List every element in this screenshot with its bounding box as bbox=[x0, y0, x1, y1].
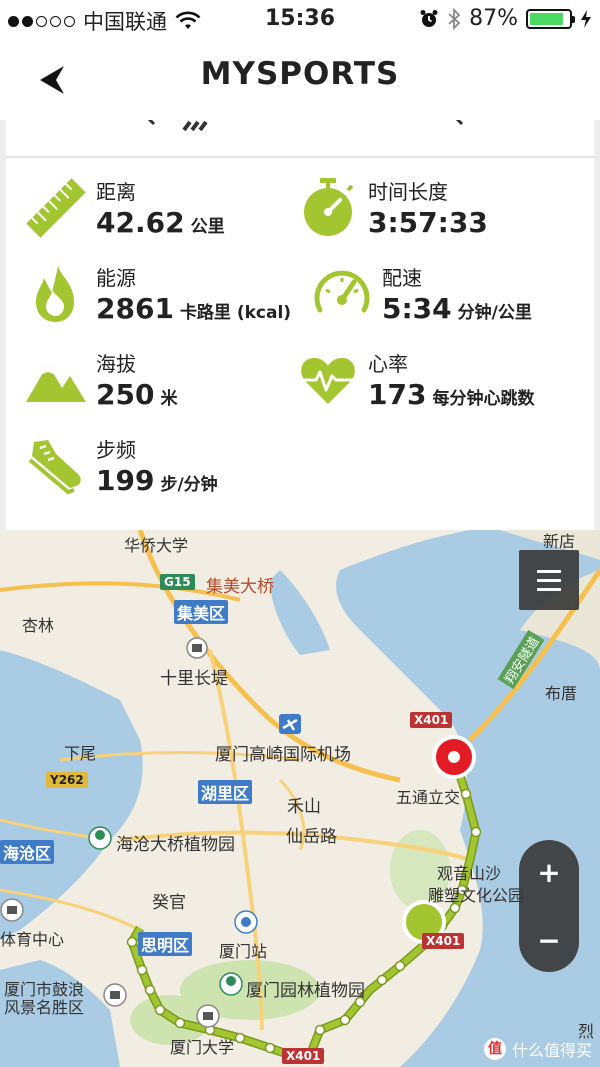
zoom-control: + − bbox=[519, 840, 579, 972]
map-label: 观音山沙 bbox=[437, 864, 502, 883]
energy-value: 2861 卡路里 (kcal) bbox=[96, 292, 292, 325]
district-label: 思明区 bbox=[138, 932, 193, 956]
speedometer-icon bbox=[314, 270, 370, 313]
scrolled-content-remnant bbox=[0, 120, 600, 158]
map-label: 厦门大学 bbox=[170, 1038, 235, 1057]
highway-badge: X401 bbox=[422, 933, 465, 949]
cadence-value: 199 步/分钟 bbox=[96, 464, 218, 497]
map-label: 华侨大学 bbox=[124, 536, 189, 555]
heart-rate-value: 173 每分钟心跳数 bbox=[368, 378, 535, 411]
heart-pulse-icon bbox=[298, 357, 358, 404]
district-label: 集美区 bbox=[174, 600, 229, 624]
cadence-label: 步频 bbox=[96, 438, 136, 462]
stat-cadence: 步频 199 步/分钟 bbox=[26, 434, 296, 504]
poi-icon bbox=[186, 637, 208, 659]
finish-marker-icon bbox=[432, 735, 476, 779]
map-label: 厦门园林植物园 bbox=[246, 981, 365, 1001]
nav-bar: MYSPORTS bbox=[0, 40, 600, 120]
page-title: MYSPORTS bbox=[200, 56, 400, 92]
map-label: 布厝 bbox=[545, 684, 578, 703]
ruler-icon bbox=[26, 178, 86, 238]
district-label: 海沧区 bbox=[0, 840, 55, 864]
map-label: 禾山 bbox=[287, 797, 321, 817]
map-label: 海沧大桥植物园 bbox=[116, 835, 235, 855]
pace-label: 配速 bbox=[382, 266, 422, 290]
school-icon bbox=[196, 1004, 220, 1028]
alarm-icon bbox=[420, 9, 438, 27]
stat-elevation: 海拔 250 米 bbox=[26, 348, 296, 418]
heart-rate-label: 心率 bbox=[368, 352, 408, 376]
scenic-icon bbox=[103, 983, 127, 1007]
bluetooth-icon bbox=[448, 7, 461, 30]
map-menu-button[interactable] bbox=[519, 550, 579, 610]
map-label: 体育中心 bbox=[0, 930, 65, 949]
map-label: 五通立交 bbox=[396, 788, 461, 807]
map-label: 仙岳路 bbox=[286, 827, 337, 847]
tree-icon bbox=[88, 826, 112, 850]
duration-label: 时间长度 bbox=[368, 180, 448, 204]
stat-duration: 时间长度 3:57:33 bbox=[298, 176, 588, 246]
distance-label: 距离 bbox=[96, 180, 136, 204]
airport-icon bbox=[279, 714, 301, 734]
mountain-icon bbox=[26, 364, 86, 402]
stat-energy: 能源 2861 卡路里 (kcal) bbox=[26, 262, 316, 332]
battery-percent: 87% bbox=[469, 6, 518, 31]
zoom-out-button[interactable]: − bbox=[519, 924, 579, 957]
charging-icon bbox=[581, 9, 591, 28]
highway-badge: X401 bbox=[282, 1048, 325, 1064]
watermark-text: 什么值得买 bbox=[511, 1041, 592, 1060]
energy-label: 能源 bbox=[96, 266, 136, 290]
pace-value: 5:34 分钟/公里 bbox=[382, 292, 532, 325]
highway-badge: Y262 bbox=[46, 772, 88, 788]
watermark-logo-icon: 值 bbox=[483, 1038, 506, 1060]
watermark: 值 什么值得买 bbox=[483, 1037, 592, 1061]
map-label: 风景名胜区 bbox=[4, 998, 85, 1017]
tree-icon bbox=[219, 972, 243, 996]
flame-icon bbox=[36, 266, 74, 322]
elevation-value: 250 米 bbox=[96, 378, 178, 411]
battery-icon bbox=[526, 8, 575, 29]
map-label: 厦门站 bbox=[219, 942, 268, 961]
zoom-in-button[interactable]: + bbox=[519, 856, 579, 889]
status-bar: 中国联通 15:36 87% bbox=[0, 0, 600, 40]
duration-value: 3:57:33 bbox=[368, 206, 488, 239]
highway-badge: G15 bbox=[160, 574, 195, 590]
elevation-label: 海拔 bbox=[96, 352, 136, 376]
sports-icon bbox=[0, 898, 24, 922]
map-label: 集美大桥 bbox=[206, 577, 274, 597]
distance-value: 42.62 公里 bbox=[96, 206, 225, 239]
map-label: 下尾 bbox=[64, 744, 97, 763]
workout-stats: 距离 42.62 公里 时间长度 3:57:33 能源 2861 卡路里 (kcal… bbox=[0, 158, 600, 530]
map-label: 十里长堤 bbox=[160, 669, 228, 689]
stat-heart-rate: 心率 173 每分钟心跳数 bbox=[298, 348, 588, 418]
map-label: 杏林 bbox=[22, 616, 55, 635]
route-map[interactable]: 华侨大学 新店 G15 集美大桥 集美区 杏林 十里长堤 布厝 翔安隧道 X40… bbox=[0, 530, 600, 1067]
running-shoe-icon bbox=[28, 440, 81, 495]
stopwatch-icon bbox=[304, 178, 354, 236]
district-label: 湖里区 bbox=[198, 780, 253, 804]
station-icon bbox=[234, 910, 258, 934]
stat-distance: 距离 42.62 公里 bbox=[26, 176, 296, 246]
map-label: 癸官 bbox=[152, 893, 186, 913]
map-label: 厦门高崎国际机场 bbox=[215, 745, 351, 765]
stat-pace: 配速 5:34 分钟/公里 bbox=[312, 262, 588, 332]
highway-badge: X401 bbox=[410, 712, 453, 728]
map-label: 雕塑文化公园 bbox=[428, 886, 525, 905]
map-label: 新店 bbox=[543, 532, 576, 551]
